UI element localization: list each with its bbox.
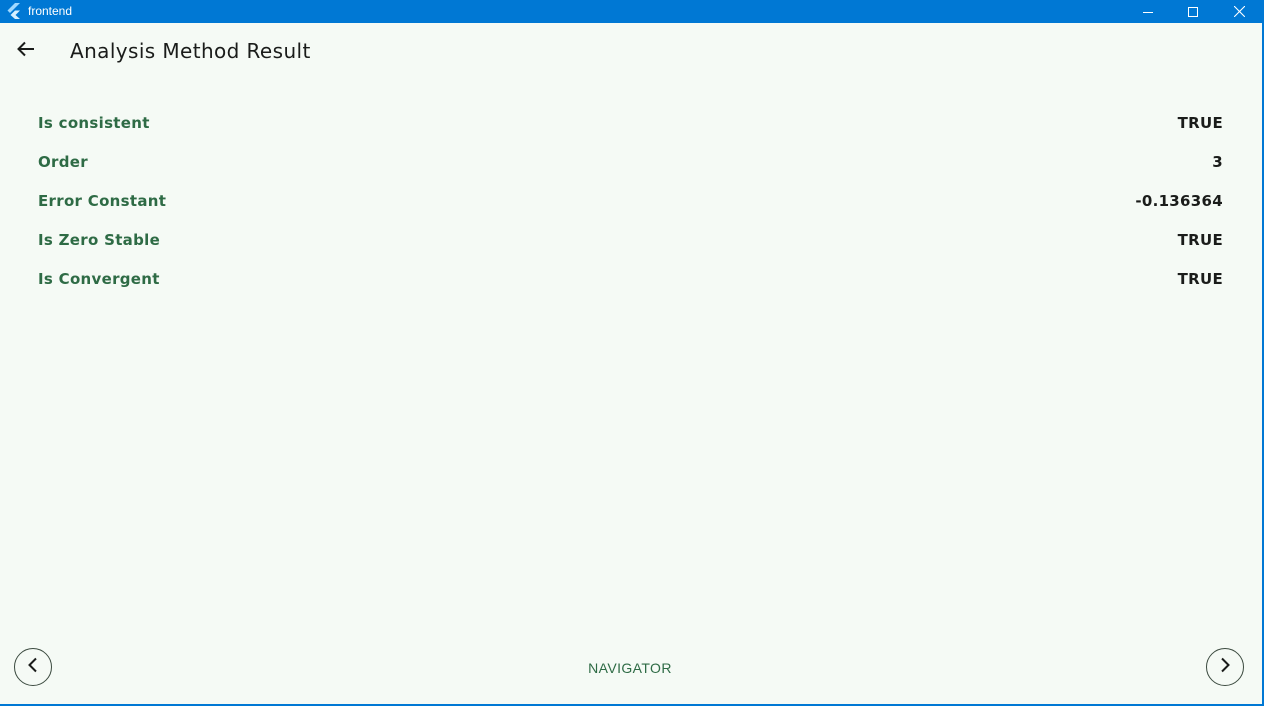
back-button[interactable]: [10, 35, 42, 67]
app-window: frontend Analysis Method Result Is consi…: [0, 0, 1264, 706]
result-label: Order: [38, 153, 88, 171]
chevron-right-icon: [1218, 657, 1232, 677]
close-button[interactable]: [1216, 0, 1262, 23]
flutter-icon: [7, 3, 21, 19]
navigator-prev-button[interactable]: [14, 648, 52, 686]
close-icon: [1233, 6, 1245, 17]
arrow-back-icon: [17, 41, 35, 61]
result-label: Is Convergent: [38, 270, 160, 288]
app-bar: Analysis Method Result: [0, 23, 1262, 79]
result-row-convergent: Is Convergent TRUE: [38, 266, 1223, 305]
results-list: Is consistent TRUE Order 3 Error Constan…: [38, 110, 1223, 305]
result-row-consistent: Is consistent TRUE: [38, 110, 1223, 149]
minimize-icon: [1143, 7, 1153, 17]
result-value: 3: [1212, 153, 1223, 171]
maximize-icon: [1188, 6, 1198, 17]
chevron-left-icon: [26, 657, 40, 677]
minimize-button[interactable]: [1125, 0, 1171, 23]
navigator-next-button[interactable]: [1206, 648, 1244, 686]
result-row-zero-stable: Is Zero Stable TRUE: [38, 227, 1223, 266]
result-row-order: Order 3: [38, 149, 1223, 188]
window-title: frontend: [28, 4, 73, 18]
result-value: -0.136364: [1135, 192, 1223, 210]
result-label: Is consistent: [38, 114, 150, 132]
title-bar: frontend: [0, 0, 1264, 23]
page-title: Analysis Method Result: [70, 39, 311, 63]
result-value: TRUE: [1177, 231, 1223, 249]
result-row-error-constant: Error Constant -0.136364: [38, 188, 1223, 227]
result-value: TRUE: [1177, 114, 1223, 132]
navigator-label: NAVIGATOR: [588, 660, 672, 676]
result-label: Is Zero Stable: [38, 231, 161, 249]
result-value: TRUE: [1177, 270, 1223, 288]
maximize-button[interactable]: [1170, 0, 1216, 23]
result-label: Error Constant: [38, 192, 167, 210]
